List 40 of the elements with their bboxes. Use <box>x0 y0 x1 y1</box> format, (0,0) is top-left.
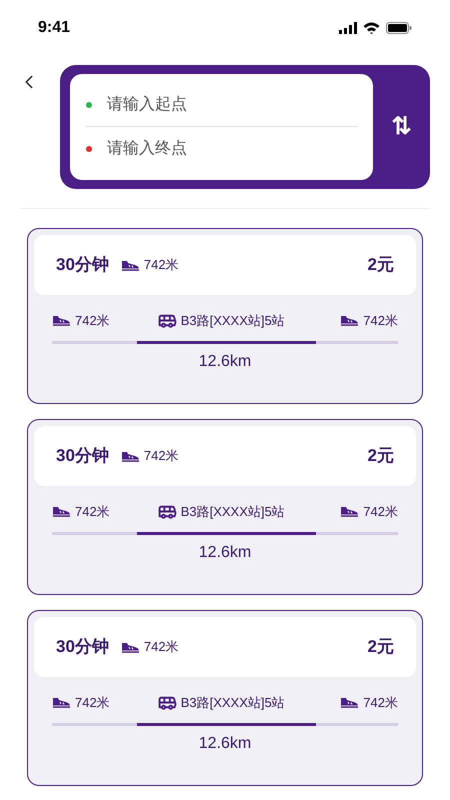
shoe-icon <box>120 642 140 652</box>
shoe-icon <box>52 315 71 326</box>
bus-route-text: B3路[XXXX站]5站 <box>180 503 285 521</box>
route-card[interactable]: 30分钟 742米 2元 742米 B3路[XXXX站]5站 742米 12.6km <box>27 419 423 595</box>
signal-icon <box>339 22 357 34</box>
wifi-icon <box>363 22 380 34</box>
route-card[interactable]: 30分钟 742米 2元 742米 B3路[XXXX站]5站 742米 12.6km <box>27 228 423 404</box>
duration-text: 30分钟 <box>56 636 109 658</box>
bus-route-text: B3路[XXXX站]5站 <box>180 312 285 330</box>
battery-icon <box>386 22 412 34</box>
walk-distance: 742米 <box>144 447 179 466</box>
shoe-icon <box>340 697 360 708</box>
price-text: 2元 <box>368 445 394 468</box>
price-text: 2元 <box>368 254 394 276</box>
duration-text: 30分钟 <box>56 254 109 276</box>
walk-distance: 742米 <box>363 694 398 712</box>
location-input[interactable]: 请输入终点 <box>107 137 357 161</box>
distance-text: 12.6km <box>198 352 252 372</box>
walk-distance: 742米 <box>75 694 110 712</box>
shoe-icon <box>52 506 71 518</box>
duration-text: 30分钟 <box>56 445 109 468</box>
shoe-icon <box>52 697 71 708</box>
price-text: 2元 <box>368 636 394 658</box>
shoe-icon <box>340 315 360 326</box>
shoe-icon <box>120 260 140 270</box>
shoe-icon <box>120 450 140 462</box>
distance-text: 12.6km <box>198 734 252 754</box>
walk-distance: 742米 <box>363 503 398 521</box>
distance-text: 12.6km <box>198 542 252 562</box>
bus-route-text: B3路[XXXX站]5站 <box>180 694 285 712</box>
walk-distance: 742米 <box>363 312 398 330</box>
walk-distance: 742米 <box>144 256 179 274</box>
swap-button[interactable]: ⇅ <box>373 65 430 189</box>
walk-distance: 742米 <box>75 312 110 330</box>
walk-distance: 742米 <box>144 638 179 656</box>
route-card[interactable]: 30分钟 742米 2元 742米 B3路[XXXX站]5站 742米 12.6km <box>27 610 423 786</box>
status-time: 9:41 <box>38 18 70 38</box>
location-input[interactable]: 请输入起点 <box>107 92 357 116</box>
shoe-icon <box>340 506 360 518</box>
walk-distance: 742米 <box>75 503 110 521</box>
